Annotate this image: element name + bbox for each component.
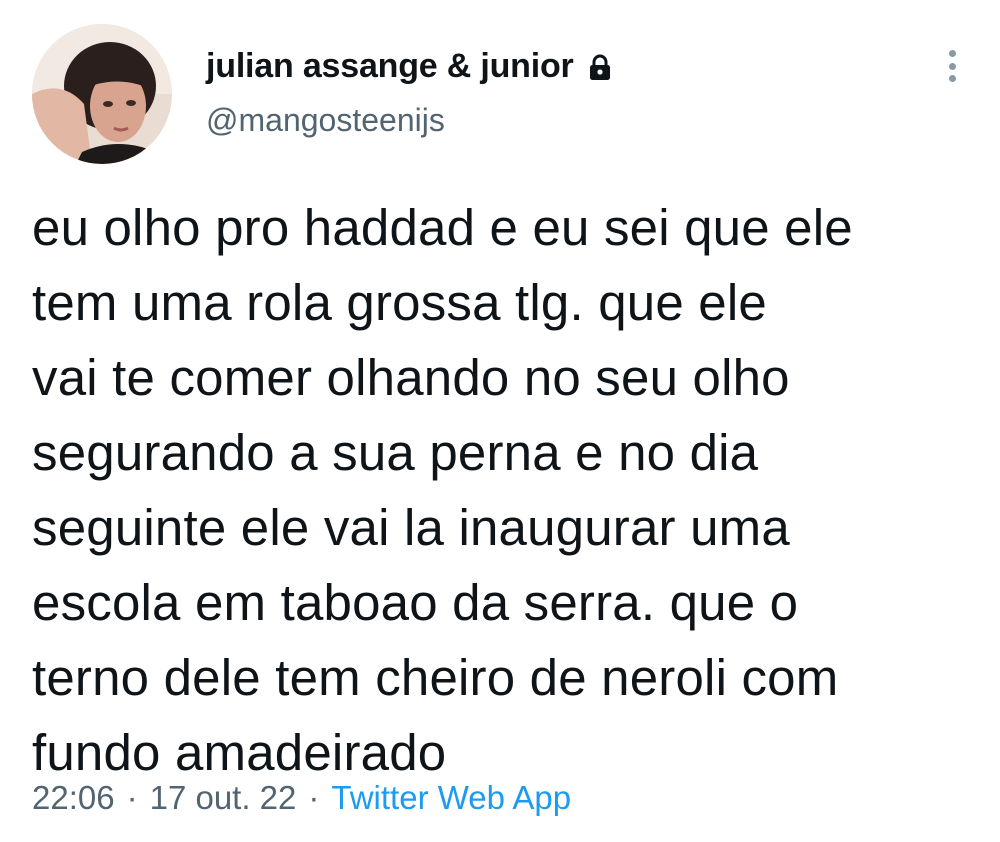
tweet-time[interactable]: 22:06 [32, 776, 115, 820]
dot [948, 75, 956, 82]
tweet-header: julian assange & junior @mangosteenijs [32, 22, 970, 172]
more-options-icon[interactable] [940, 46, 964, 86]
avatar[interactable] [32, 24, 172, 164]
name-row: julian assange & junior [206, 46, 614, 86]
user-handle[interactable]: @mangosteenijs [206, 100, 614, 140]
display-name[interactable]: julian assange & junior [206, 46, 574, 86]
user-identity: julian assange & junior @mangosteenijs [206, 46, 614, 140]
meta-separator: · [126, 779, 138, 816]
meta-separator: · [308, 779, 320, 816]
dot [948, 50, 956, 57]
avatar-photo [32, 24, 172, 164]
tweet-meta: 22:06 · 17 out. 22 · Twitter Web App [32, 776, 571, 820]
dot [948, 62, 956, 70]
tweet-date[interactable]: 17 out. 22 [150, 776, 297, 820]
tweet-source-link[interactable]: Twitter Web App [331, 776, 571, 820]
tweet-text: eu olho pro haddad e eu sei que ele tem … [32, 199, 853, 781]
tweet-card: julian assange & junior @mangosteenijs e… [0, 0, 1000, 842]
lock-icon [586, 53, 614, 81]
